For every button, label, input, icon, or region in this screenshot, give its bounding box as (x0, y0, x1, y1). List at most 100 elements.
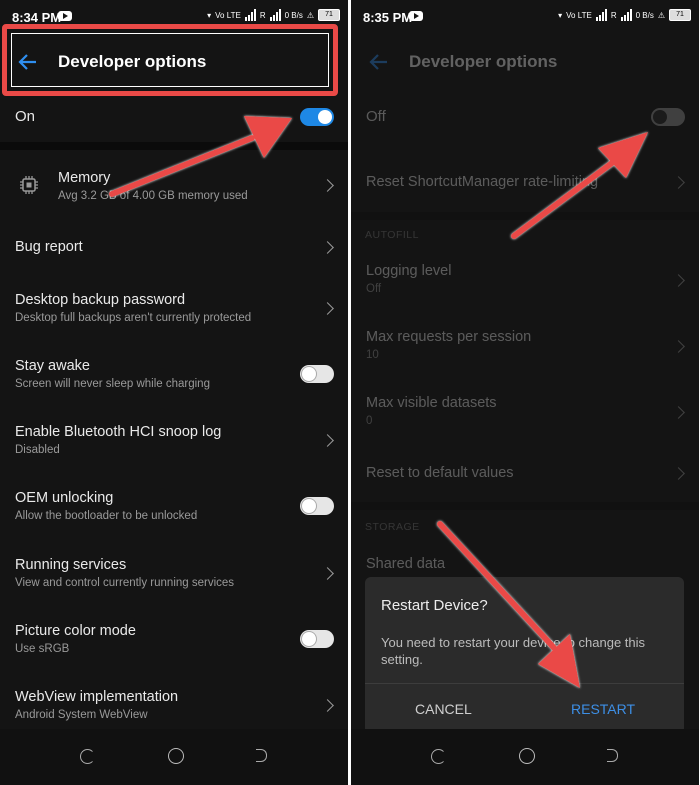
home-icon[interactable] (168, 748, 184, 764)
divider (351, 212, 699, 220)
cancel-button[interactable]: CANCEL (415, 701, 472, 717)
memory-subtitle: Avg 3.2 GB of 4.00 GB memory used (58, 190, 248, 202)
chevron-right-icon (672, 176, 685, 189)
dialog-divider (365, 683, 684, 684)
webview-implementation-item[interactable]: WebView implementation Android System We… (0, 677, 348, 729)
chevron-right-icon (672, 340, 685, 353)
shared-data-title: Shared data (366, 556, 446, 572)
desktop-backup-subtitle: Desktop full backups aren't currently pr… (15, 312, 252, 324)
chevron-right-icon (321, 567, 334, 580)
logging-level-value: Off (366, 283, 382, 295)
navigation-bar (351, 729, 699, 785)
max-requests-item[interactable]: Max requests per session 10 (351, 318, 699, 376)
volte-icon: Vo LTE (215, 10, 241, 20)
bug-report-title: Bug report (15, 239, 83, 255)
signal-2-icon (269, 9, 281, 21)
left-screen: 8:34 PM ▾ Vo LTE R 0 B/s ⚠ 71 Developer … (0, 0, 348, 785)
desktop-backup-password-item[interactable]: Desktop backup password Desktop full bac… (0, 280, 348, 338)
picture-color-toggle[interactable] (300, 630, 334, 648)
running-services-title: Running services (15, 557, 127, 573)
battery-icon: 71 (669, 9, 691, 21)
status-time: 8:34 PM (12, 10, 62, 25)
refresh-icon[interactable] (431, 749, 446, 764)
oem-unlocking-subtitle: Allow the bootloader to be unlocked (15, 510, 198, 522)
webview-subtitle: Android System WebView (15, 709, 148, 721)
app-bar: Developer options (351, 36, 699, 90)
master-switch-label: On (15, 108, 36, 125)
back-icon[interactable] (256, 749, 267, 762)
reset-shortcutmanager-item[interactable]: Reset ShortcutManager rate-limiting (351, 158, 699, 206)
data-rate: 0 B/s (635, 10, 654, 20)
max-visible-value: 0 (366, 415, 373, 427)
master-switch-label: Off (366, 108, 386, 125)
storage-section-header: STORAGE (365, 521, 420, 533)
youtube-notification-icon (58, 11, 72, 21)
oem-unlocking-title: OEM unlocking (15, 490, 114, 506)
battery-icon: 71 (318, 9, 340, 21)
oem-unlocking-toggle[interactable] (300, 497, 334, 515)
max-requests-title: Max requests per session (366, 329, 532, 345)
back-arrow-icon[interactable] (367, 50, 391, 74)
developer-options-master-switch[interactable]: Off (351, 96, 699, 142)
running-services-item[interactable]: Running services View and control curren… (0, 545, 348, 603)
chevron-right-icon (321, 699, 334, 712)
picture-color-subtitle: Use sRGB (15, 643, 70, 655)
logging-level-title: Logging level (366, 263, 452, 279)
master-toggle[interactable] (300, 108, 334, 126)
signal-icon (244, 9, 256, 21)
back-icon[interactable] (607, 749, 618, 762)
picture-color-mode-item[interactable]: Picture color mode Use sRGB (0, 611, 348, 669)
navigation-bar (0, 729, 348, 785)
webview-title: WebView implementation (15, 689, 179, 705)
developer-options-master-switch[interactable]: On (0, 96, 348, 142)
master-toggle[interactable] (651, 108, 685, 126)
memory-title: Memory (58, 170, 111, 186)
reset-default-values-item[interactable]: Reset to default values (351, 452, 699, 496)
running-services-subtitle: View and control currently running servi… (15, 577, 235, 589)
chip-icon (20, 176, 38, 194)
bug-report-item[interactable]: Bug report (0, 222, 348, 272)
reset-default-title: Reset to default values (366, 465, 514, 481)
status-icons: ▾ Vo LTE R 0 B/s ⚠ 71 (558, 9, 691, 21)
dialog-message: You need to restart your device to chang… (381, 635, 646, 667)
autofill-section-header: AUTOFILL (365, 229, 419, 241)
volte-icon: Vo LTE (566, 10, 592, 20)
refresh-icon[interactable] (80, 749, 95, 764)
stay-awake-item[interactable]: Stay awake Screen will never sleep while… (0, 346, 348, 404)
right-screen: 8:35 PM ▾ Vo LTE R 0 B/s ⚠ 71 Developer … (351, 0, 699, 785)
status-bar: 8:35 PM ▾ Vo LTE R 0 B/s ⚠ 71 (351, 0, 699, 34)
max-visible-datasets-item[interactable]: Max visible datasets 0 (351, 384, 699, 442)
memory-item[interactable]: Memory Avg 3.2 GB of 4.00 GB memory used (0, 150, 348, 220)
oem-unlocking-item[interactable]: OEM unlocking Allow the bootloader to be… (0, 478, 348, 536)
picture-color-title: Picture color mode (15, 623, 136, 639)
status-icons: ▾ Vo LTE R 0 B/s ⚠ 71 (207, 9, 340, 21)
divider (351, 502, 699, 510)
stay-awake-toggle[interactable] (300, 365, 334, 383)
signal-2-icon (620, 9, 632, 21)
youtube-notification-icon (409, 11, 423, 21)
chevron-right-icon (321, 241, 334, 254)
wifi-icon: ▾ (558, 10, 563, 20)
divider (0, 142, 348, 150)
home-icon[interactable] (519, 748, 535, 764)
wifi-icon: ▾ (207, 10, 212, 20)
bluetooth-hci-snoop-item[interactable]: Enable Bluetooth HCI snoop log Disabled (0, 412, 348, 470)
dialog-title: Restart Device? (381, 597, 488, 614)
stay-awake-subtitle: Screen will never sleep while charging (15, 378, 210, 390)
bluetooth-hci-title: Enable Bluetooth HCI snoop log (15, 424, 222, 440)
chevron-right-icon (672, 274, 685, 287)
chevron-right-icon (672, 467, 685, 480)
status-time: 8:35 PM (363, 10, 413, 25)
desktop-backup-title: Desktop backup password (15, 292, 186, 308)
bluetooth-hci-subtitle: Disabled (15, 444, 60, 456)
roaming-label: R (610, 10, 617, 20)
chevron-right-icon (321, 434, 334, 447)
chevron-right-icon (321, 302, 334, 315)
warning-icon: ⚠ (306, 10, 314, 20)
logging-level-item[interactable]: Logging level Off (351, 252, 699, 310)
restart-button[interactable]: RESTART (571, 701, 635, 717)
stay-awake-title: Stay awake (15, 358, 90, 374)
max-visible-title: Max visible datasets (366, 395, 497, 411)
title-highlight-box (2, 24, 338, 96)
data-rate: 0 B/s (284, 10, 303, 20)
